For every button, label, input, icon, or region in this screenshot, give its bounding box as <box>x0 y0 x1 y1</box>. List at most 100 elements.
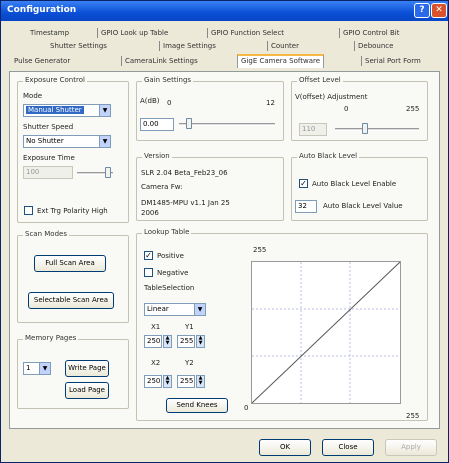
exposure-control-title: Exposure Control <box>23 76 87 84</box>
offset-slider-thumb[interactable] <box>362 123 368 134</box>
lookup-table-plot <box>251 261 401 404</box>
memory-page-select[interactable]: 1 ▼ <box>23 362 51 375</box>
full-scan-area-button[interactable]: Full Scan Area <box>34 255 106 272</box>
scan-modes-title: Scan Modes <box>23 230 69 238</box>
positive-label: Positive <box>157 252 184 260</box>
tab-timestamp[interactable]: Timestamp <box>27 28 72 38</box>
gain-settings-group: Gain Settings <box>136 76 284 141</box>
lookup-table-title: Lookup Table <box>142 228 192 236</box>
table-selection-label: TableSelection <box>144 284 195 292</box>
tab-gpio-function-select[interactable]: GPIO Function Select <box>207 28 287 38</box>
exposure-time-label: Exposure Time <box>23 154 75 162</box>
shutter-speed-select[interactable]: No Shutter ▼ <box>23 135 111 148</box>
gain-settings-title: Gain Settings <box>142 76 194 84</box>
close-window-button[interactable]: ✕ <box>431 3 447 18</box>
tab-cameralink-settings[interactable]: CameraLink Settings <box>121 56 201 66</box>
tab-row-1: Timestamp GPIO Look up Table GPIO Functi… <box>9 28 439 40</box>
tab-pulse-generator[interactable]: Pulse Generator <box>11 56 73 66</box>
x2-label: X2 <box>151 359 161 367</box>
gain-input[interactable]: 0.00 <box>140 118 174 131</box>
mode-select[interactable]: Manual Shutter ▼ <box>23 104 111 117</box>
y1-label: Y1 <box>185 323 194 331</box>
offset-max-label: 255 <box>406 105 420 113</box>
plot-top-label: 255 <box>253 246 267 254</box>
write-page-button[interactable]: Write Page <box>65 360 109 377</box>
auto-black-level-title: Auto Black Level <box>297 152 360 160</box>
close-button[interactable]: Close <box>322 439 374 456</box>
gain-slider-thumb[interactable] <box>186 118 192 129</box>
x1-spinner[interactable]: ▲ ▼ <box>163 335 172 348</box>
version-slr: SLR 2.04 Beta_Feb23_06 <box>141 169 228 177</box>
exposure-time-input[interactable]: 100 <box>23 166 73 179</box>
y1-input[interactable]: 255 <box>177 335 195 348</box>
auto-black-level-enable-label: Auto Black Level Enable <box>312 180 397 188</box>
mode-label: Mode <box>23 92 43 100</box>
gain-label: A(dB) <box>140 97 160 105</box>
ext-trig-polarity-checkbox[interactable] <box>24 206 33 215</box>
plot-origin-label: 0 <box>244 404 249 412</box>
load-page-button[interactable]: Load Page <box>65 382 109 399</box>
version-title: Version <box>142 152 172 160</box>
tab-debounce[interactable]: Debounce <box>354 41 396 51</box>
offset-adjustment-label: V(offset) Adjustment <box>295 93 368 101</box>
x2-spinner[interactable]: ▲ ▼ <box>163 375 172 388</box>
version-camera-fw-label: Camera Fw: <box>141 183 183 191</box>
version-camera-fw-year: 2006 <box>141 209 159 217</box>
table-selection-value: Linear <box>147 305 169 313</box>
offset-slider-track <box>335 128 419 131</box>
table-selection-select[interactable]: Linear ▼ <box>144 303 206 316</box>
chevron-down-icon[interactable]: ▼ <box>194 304 205 315</box>
x1-label: X1 <box>151 323 161 331</box>
selectable-scan-area-button[interactable]: Selectable Scan Area <box>28 292 114 309</box>
lookup-table-plot-svg <box>251 261 401 404</box>
tab-gpio-lookup-table[interactable]: GPIO Look up Table <box>97 28 171 38</box>
negative-label: Negative <box>157 269 189 277</box>
ok-button[interactable]: OK <box>259 439 311 456</box>
exposure-control-group: Exposure Control <box>17 76 129 223</box>
send-knees-button[interactable]: Send Knees <box>166 398 228 413</box>
ext-trig-polarity-label: Ext Trg Polarity High <box>37 207 108 215</box>
chevron-down-icon[interactable]: ▼ <box>99 136 110 147</box>
gain-min-label: 0 <box>167 99 172 107</box>
exposure-time-slider-thumb[interactable] <box>105 167 111 178</box>
shutter-speed-value: No Shutter <box>26 137 64 145</box>
apply-button[interactable]: Apply <box>385 439 437 456</box>
tab-row-3: Pulse Generator CameraLink Settings GigE… <box>9 54 443 68</box>
y1-spinner[interactable]: ▲ ▼ <box>196 335 205 348</box>
gain-max-label: 12 <box>266 99 275 107</box>
offset-min-label: 0 <box>344 105 349 113</box>
offset-level-title: Offset Level <box>297 76 343 84</box>
tab-row-2: Shutter Settings Image Settings Counter … <box>9 41 439 53</box>
tab-shutter-settings[interactable]: Shutter Settings <box>47 41 110 51</box>
window-title: Configuration <box>7 5 77 15</box>
gain-slider-track <box>179 123 275 126</box>
tab-image-settings[interactable]: Image Settings <box>159 41 219 51</box>
negative-checkbox[interactable] <box>144 268 153 277</box>
scan-modes-group: Scan Modes <box>17 230 129 323</box>
tab-serial-port-form[interactable]: Serial Port Form <box>361 56 424 66</box>
tab-counter[interactable]: Counter <box>267 41 302 51</box>
title-bar[interactable]: Configuration ? ✕ <box>1 1 448 21</box>
mode-value: Manual Shutter <box>26 106 84 114</box>
auto-black-level-value-input[interactable]: 32 <box>295 200 317 213</box>
lookup-curve-line <box>251 261 401 404</box>
y2-spinner[interactable]: ▲ ▼ <box>196 375 205 388</box>
auto-black-level-enable-checkbox[interactable]: ✓ <box>299 179 308 188</box>
auto-black-level-value-label: Auto Black Level Value <box>323 202 403 210</box>
configuration-window: Configuration ? ✕ Timestamp GPIO Look up… <box>0 0 449 463</box>
offset-input[interactable]: 110 <box>299 123 327 136</box>
positive-checkbox[interactable]: ✓ <box>144 251 153 260</box>
chevron-down-icon[interactable]: ▼ <box>99 105 110 116</box>
tab-gpio-control-bit[interactable]: GPIO Control Bit <box>339 28 402 38</box>
y2-label: Y2 <box>185 359 194 367</box>
tab-gige-camera-software[interactable]: GigE Camera Software <box>237 54 325 68</box>
y2-input[interactable]: 255 <box>177 375 195 388</box>
x1-input[interactable]: 250 <box>144 335 162 348</box>
plot-right-label: 255 <box>406 412 420 420</box>
chevron-down-icon[interactable]: ▼ <box>39 363 50 374</box>
help-button[interactable]: ? <box>414 3 430 18</box>
version-camera-fw: DM1485-MPU v1.1 Jan 25 <box>141 199 230 207</box>
shutter-speed-label: Shutter Speed <box>23 123 74 131</box>
x2-input[interactable]: 250 <box>144 375 162 388</box>
memory-page-value: 1 <box>26 364 31 372</box>
